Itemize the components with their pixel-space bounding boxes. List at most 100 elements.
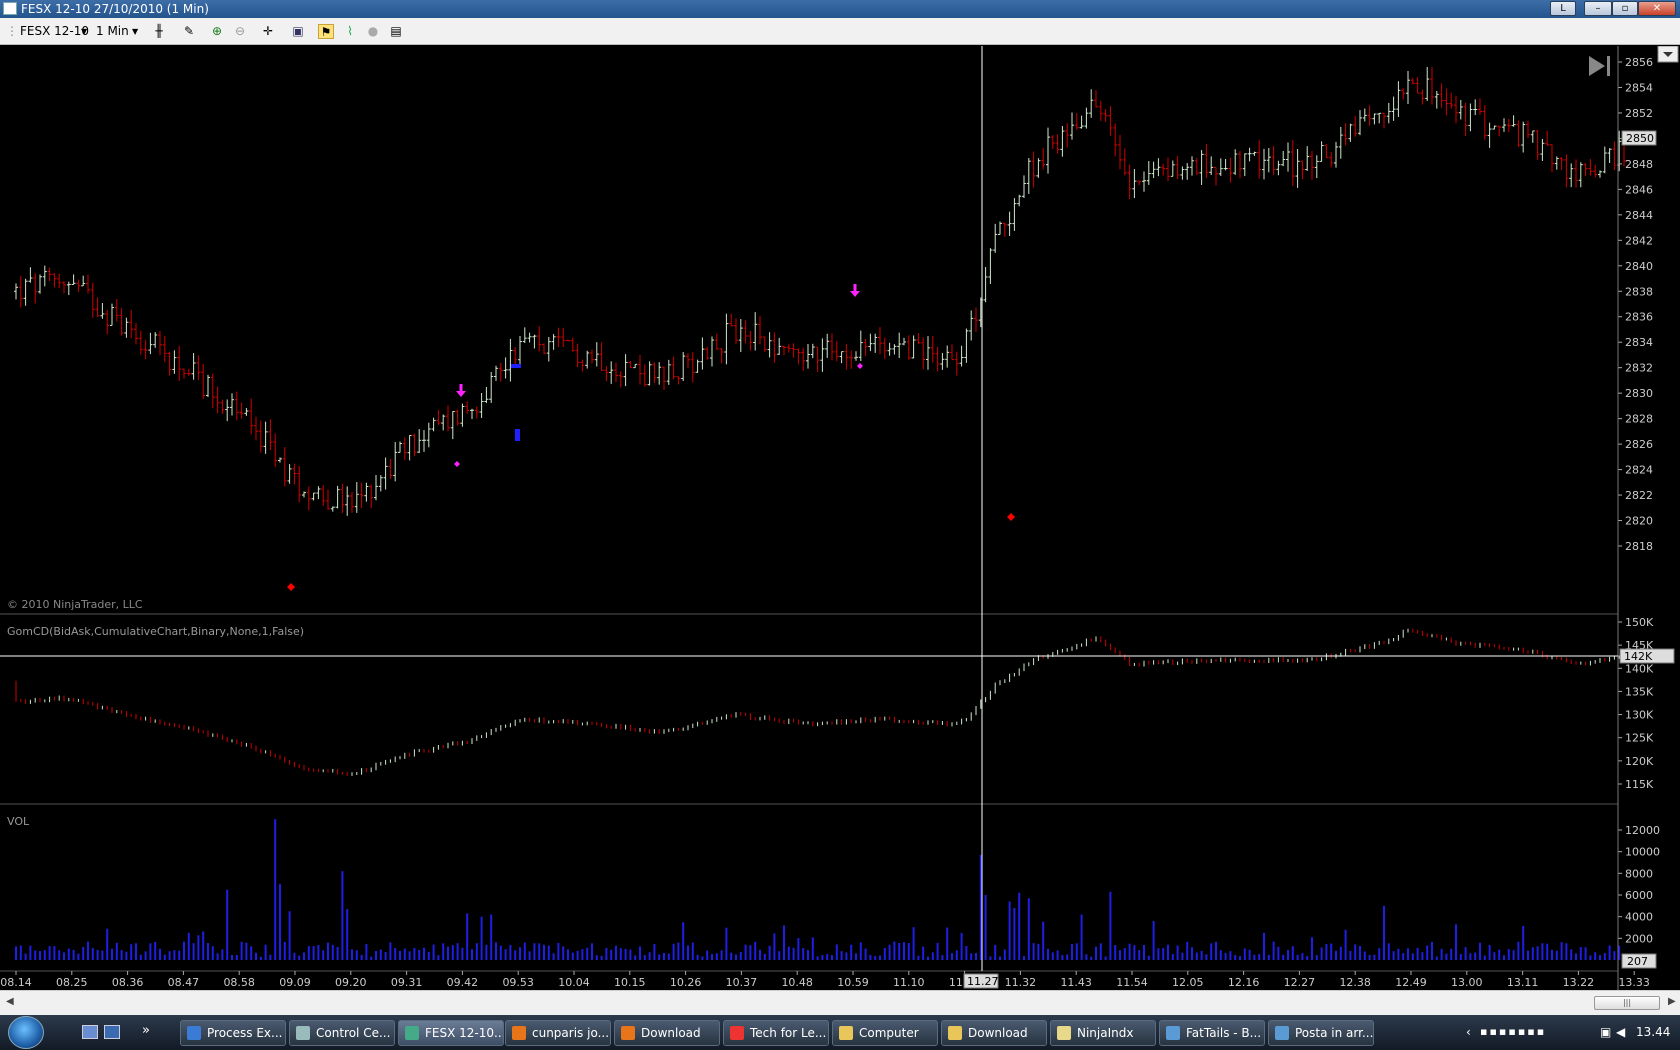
volume-bar xyxy=(379,949,382,960)
taskbar-item[interactable]: Process Ex... xyxy=(180,1020,286,1046)
taskbar-item-icon xyxy=(187,1026,201,1040)
instrument-dropdown-icon[interactable]: ▼ xyxy=(81,23,87,40)
volume-bar xyxy=(87,941,89,960)
volume-bar xyxy=(283,941,286,960)
volume-bar xyxy=(1359,946,1361,960)
tray-expand-icon[interactable]: ‹ xyxy=(1466,1025,1471,1039)
volume-bar xyxy=(135,943,137,960)
taskbar-item[interactable]: Download xyxy=(614,1020,720,1046)
volume-bar xyxy=(1541,943,1544,960)
quicklaunch-more-icon[interactable]: » xyxy=(142,1023,150,1038)
volume-bar xyxy=(1258,954,1261,960)
volume-bar xyxy=(1507,949,1510,960)
time-tick-label: 13.33 xyxy=(1618,976,1650,989)
volume-bar xyxy=(1215,941,1217,960)
scrollbar-thumb[interactable]: ||| xyxy=(1594,996,1660,1010)
volume-bar xyxy=(797,938,800,960)
drawing-tool-icon[interactable]: ✎ xyxy=(181,24,197,39)
minimize-icon[interactable]: – xyxy=(1584,1,1612,16)
app-icon xyxy=(3,2,17,15)
switch-windows-icon[interactable] xyxy=(104,1025,120,1039)
volume-bar xyxy=(1546,943,1549,960)
zoom-out-icon[interactable]: ⊖ xyxy=(232,24,248,39)
taskbar-item[interactable]: Control Ce... xyxy=(289,1020,395,1046)
volume-bar xyxy=(322,950,325,960)
volume-bar xyxy=(447,946,449,960)
volume-bar xyxy=(178,950,181,960)
zoom-in-icon[interactable]: ⊕ xyxy=(209,24,225,39)
volume-icon[interactable]: ◀ xyxy=(1616,1025,1625,1039)
crosshair-icon[interactable]: ✛ xyxy=(260,24,276,39)
volume-bar xyxy=(1459,954,1462,960)
interval-selector[interactable]: 1 Min xyxy=(96,23,129,40)
taskbar-item[interactable]: cunparis jo... xyxy=(505,1020,611,1046)
chart-style-icon[interactable]: ╫ xyxy=(151,24,167,39)
clock[interactable]: 13.44 xyxy=(1636,1025,1670,1039)
link-button[interactable]: L xyxy=(1550,1,1576,16)
price-tick-label: 2846 xyxy=(1625,183,1653,196)
volume-bar xyxy=(629,949,632,960)
scroll-right-icon[interactable]: ▶ xyxy=(1668,996,1676,1007)
volume-bar xyxy=(485,944,488,960)
volume-bar xyxy=(922,946,925,960)
volume-bar xyxy=(259,956,262,960)
window-title-bar[interactable]: FESX 12-10 27/10/2010 (1 Min) L – ▫ ✕ xyxy=(0,0,1680,18)
price-tick-label: 2830 xyxy=(1625,387,1653,400)
volume-bar xyxy=(1527,950,1529,960)
volume-bar xyxy=(706,950,709,960)
volume-bar xyxy=(581,949,584,960)
taskbar-item[interactable]: Computer xyxy=(832,1020,938,1046)
volume-bar xyxy=(298,955,301,960)
show-desktop-icon[interactable] xyxy=(82,1025,98,1039)
horizontal-scrollbar[interactable]: ◀ ||| ▶ xyxy=(0,990,1680,1015)
tray-icons[interactable]: ▪▪▪▪▪▪▪ xyxy=(1480,1025,1546,1038)
volume-bar xyxy=(538,943,541,960)
time-tick-label: 10.37 xyxy=(726,976,758,989)
volume-bar xyxy=(821,955,824,960)
volume-tick-label: 10000 xyxy=(1625,846,1660,859)
volume-bar xyxy=(183,941,185,960)
taskbar-item[interactable]: Tech for Le... xyxy=(723,1020,829,1046)
taskbar-item[interactable]: FatTails - B... xyxy=(1159,1020,1265,1046)
taskbar-item-icon xyxy=(512,1026,526,1040)
scroll-left-icon[interactable]: ◀ xyxy=(6,996,14,1007)
time-tick-label: 08.58 xyxy=(223,976,255,989)
chart-canvas[interactable]: 2856 2854 2852 2850 2848 2846 2844 2842 2840 2838… xyxy=(0,45,1680,990)
volume-bar xyxy=(831,955,833,960)
close-icon[interactable]: ✕ xyxy=(1638,1,1676,16)
volume-bar xyxy=(960,932,963,960)
start-button[interactable] xyxy=(8,1016,44,1049)
maximize-icon[interactable]: ▫ xyxy=(1612,1,1638,16)
signal-arrow-shaft xyxy=(459,384,463,392)
chart-area[interactable]: 2856 2854 2852 2850 2848 2846 2844 2842 2840 2838… xyxy=(0,45,1680,990)
taskbar-item[interactable]: Download xyxy=(941,1020,1047,1046)
volume-bar xyxy=(360,954,363,960)
volume-bar xyxy=(231,955,233,960)
data-box-icon[interactable]: ▤ xyxy=(388,24,404,39)
volume-bar xyxy=(826,954,829,960)
taskbar-item[interactable]: Posta in arr... xyxy=(1268,1020,1374,1046)
volume-bar xyxy=(1426,945,1429,960)
volume-bar xyxy=(787,946,790,960)
record-icon[interactable]: ● xyxy=(365,24,381,39)
instrument-selector[interactable]: FESX 12-10 xyxy=(20,23,89,40)
volume-bar xyxy=(1464,947,1467,960)
strategies-icon[interactable]: ⚑ xyxy=(318,24,334,39)
indicators-icon[interactable]: ⌇ xyxy=(342,24,358,39)
panel-menu-icon[interactable] xyxy=(1657,45,1679,63)
interval-dropdown-icon[interactable]: ▼ xyxy=(132,23,138,40)
volume-bar xyxy=(197,935,200,960)
volume-bar xyxy=(24,953,27,960)
volume-bar xyxy=(101,950,104,960)
volume-bar xyxy=(1147,955,1150,960)
taskbar-item-icon xyxy=(621,1026,635,1040)
volume-bar xyxy=(1248,949,1251,960)
network-icon[interactable]: ▣ xyxy=(1600,1025,1611,1039)
taskbar-item[interactable]: NinjaIndx xyxy=(1050,1020,1156,1046)
taskbar-item[interactable]: FESX 12-10... xyxy=(398,1020,504,1046)
time-tick-label: 11.43 xyxy=(1060,976,1092,989)
properties-icon[interactable]: ▣ xyxy=(290,24,306,39)
taskbar-item-icon xyxy=(296,1026,310,1040)
volume-bar xyxy=(1325,944,1328,960)
volume-bar xyxy=(619,948,622,960)
